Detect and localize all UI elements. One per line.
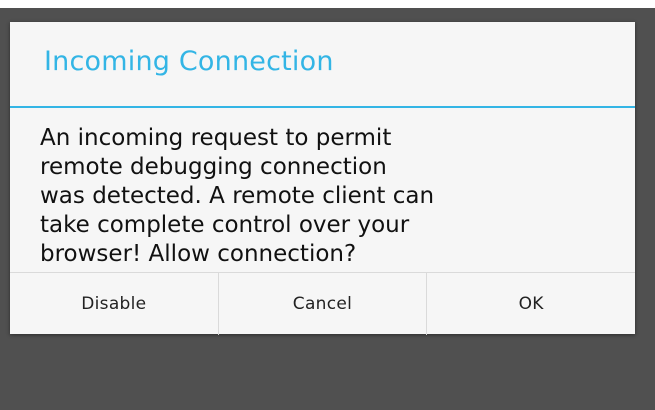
incoming-connection-dialog: Incoming Connection An incoming request … [10,22,635,335]
ok-button[interactable]: OK [426,273,635,335]
dialog-title: Incoming Connection [44,46,334,77]
dialog-button-bar: Disable Cancel OK [10,272,635,335]
disable-button[interactable]: Disable [10,273,218,335]
status-strip [0,0,655,8]
title-divider [10,106,635,108]
dialog-message: An incoming request to permit remote deb… [40,125,435,267]
dialog-title-bar: Incoming Connection [10,22,635,106]
cancel-button[interactable]: Cancel [217,273,427,335]
